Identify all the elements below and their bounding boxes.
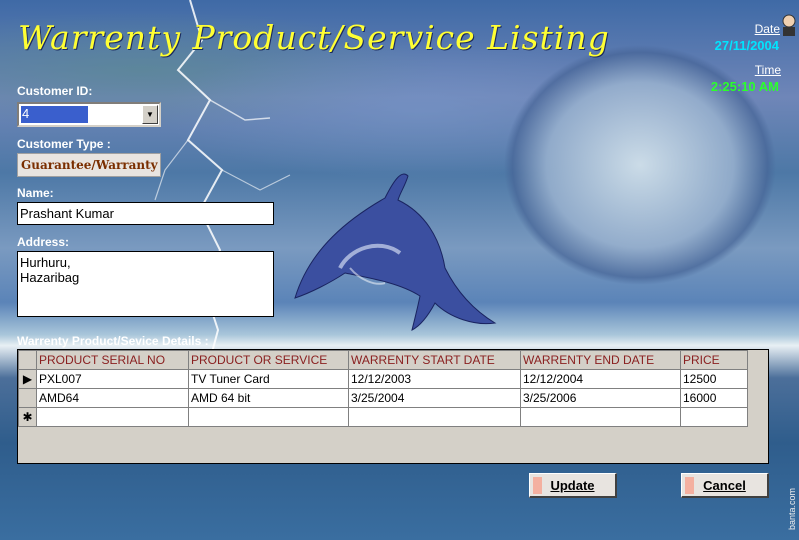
date-label[interactable]: Date [755,22,780,36]
update-button-label: Update [550,478,595,493]
table-cell[interactable]: 16000 [680,388,748,408]
table-row[interactable]: ▶ PXL007 TV Tuner Card 12/12/2003 12/12/… [18,369,748,389]
table-cell[interactable]: 12/12/2004 [520,369,681,389]
address-label: Address: [17,235,70,249]
table-header-row: PRODUCT SERIAL NO PRODUCT OR SERVICE WAR… [18,350,748,370]
customer-type-label: Customer Type : [17,137,111,151]
table-cell[interactable]: 3/25/2006 [520,388,681,408]
button-accent [685,477,694,494]
table-row[interactable]: AMD64 AMD 64 bit 3/25/2004 3/25/2006 160… [18,388,748,408]
page-title: Warrenty Product/Service Listing [18,18,610,57]
name-label: Name: [17,186,54,200]
table-cell[interactable] [520,407,681,427]
cancel-button[interactable]: Cancel [681,473,769,498]
current-row-icon[interactable]: ▶ [18,369,37,389]
table-cell[interactable]: AMD64 [36,388,189,408]
column-header[interactable]: PRODUCT OR SERVICE [188,350,349,370]
address-field[interactable]: Hurhuru, Hazaribag [17,251,274,317]
new-row-icon[interactable]: ✱ [18,407,37,427]
address-line-2: Hazaribag [20,270,80,285]
table-cell[interactable] [348,407,521,427]
row-selector-header [18,350,37,370]
address-line-1: Hurhuru, [20,255,71,270]
table-cell[interactable] [188,407,349,427]
customer-id-label: Customer ID: [17,84,93,98]
watermark-text: banta.com [787,487,797,530]
time-label[interactable]: Time [755,63,781,77]
details-section-label: Warrenty Product/Sevice Details : [17,334,209,348]
table-cell[interactable] [36,407,189,427]
button-accent [533,477,542,494]
dropdown-arrow-icon[interactable]: ▼ [142,105,158,124]
customer-type-field: Guarantee/Warranty [17,153,161,177]
column-header[interactable]: WARRENTY END DATE [520,350,681,370]
table-cell[interactable]: 12/12/2003 [348,369,521,389]
cancel-button-label: Cancel [703,478,746,493]
table-row-new[interactable]: ✱ [18,407,748,427]
table-cell[interactable]: 3/25/2004 [348,388,521,408]
row-selector[interactable] [18,388,37,408]
column-header[interactable]: WARRENTY START DATE [348,350,521,370]
name-field[interactable]: Prashant Kumar [17,202,274,225]
column-header[interactable]: PRICE [680,350,748,370]
table-cell[interactable] [680,407,748,427]
details-table: PRODUCT SERIAL NO PRODUCT OR SERVICE WAR… [18,350,748,427]
customer-id-value: 4 [21,106,88,123]
column-header[interactable]: PRODUCT SERIAL NO [36,350,189,370]
details-grid[interactable]: PRODUCT SERIAL NO PRODUCT OR SERVICE WAR… [17,349,769,464]
table-cell[interactable]: TV Tuner Card [188,369,349,389]
customer-id-select[interactable]: 4 ▼ [17,102,161,127]
date-value: 27/11/2004 [714,38,779,53]
time-value: 2:25:10 AM [710,79,779,94]
update-button[interactable]: Update [529,473,617,498]
table-cell[interactable]: PXL007 [36,369,189,389]
avatar-icon [782,14,796,36]
table-cell[interactable]: AMD 64 bit [188,388,349,408]
table-cell[interactable]: 12500 [680,369,748,389]
